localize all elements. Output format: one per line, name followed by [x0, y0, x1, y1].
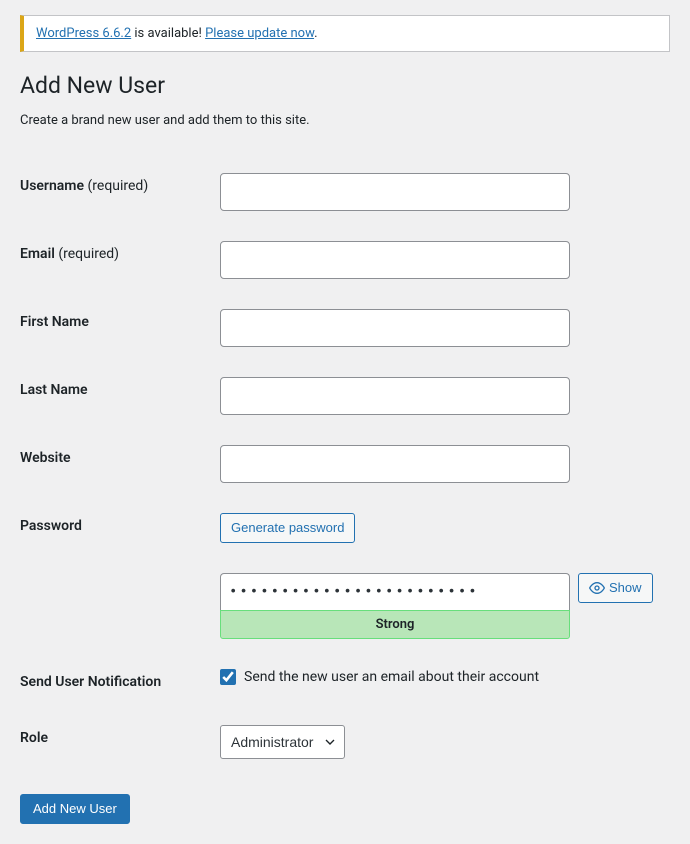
website-input[interactable]: [220, 445, 570, 483]
generate-password-button[interactable]: Generate password: [220, 513, 355, 543]
wordpress-version-link[interactable]: WordPress 6.6.2: [36, 26, 131, 41]
last-name-input[interactable]: [220, 377, 570, 415]
eye-icon: [589, 580, 605, 596]
first-name-input[interactable]: [220, 309, 570, 347]
password-label: Password: [20, 498, 220, 558]
first-name-label: First Name: [20, 294, 220, 362]
username-label: Username (required): [20, 158, 220, 226]
send-notification-checkbox[interactable]: [220, 669, 236, 685]
notice-text-1: is available!: [131, 26, 205, 41]
page-title: Add New User: [20, 72, 670, 99]
password-strength-meter: Strong: [220, 610, 570, 639]
update-notice: WordPress 6.6.2 is available! Please upd…: [20, 15, 670, 52]
notification-label: Send User Notification: [20, 654, 220, 710]
email-label: Email (required): [20, 226, 220, 294]
show-password-button[interactable]: Show: [578, 573, 653, 603]
password-input[interactable]: [220, 573, 570, 610]
last-name-label: Last Name: [20, 362, 220, 430]
website-label: Website: [20, 430, 220, 498]
role-select[interactable]: Administrator: [220, 725, 345, 759]
user-form-table: Username (required) Email (required) Fir…: [20, 158, 670, 774]
notice-text-2: .: [314, 26, 317, 41]
notification-checkbox-label: Send the new user an email about their a…: [244, 669, 539, 685]
email-input[interactable]: [220, 241, 570, 279]
role-label: Role: [20, 710, 220, 774]
page-subtitle: Create a brand new user and add them to …: [20, 113, 670, 128]
add-new-user-button[interactable]: Add New User: [20, 794, 130, 824]
update-now-link[interactable]: Please update now: [205, 26, 314, 41]
username-input[interactable]: [220, 173, 570, 211]
